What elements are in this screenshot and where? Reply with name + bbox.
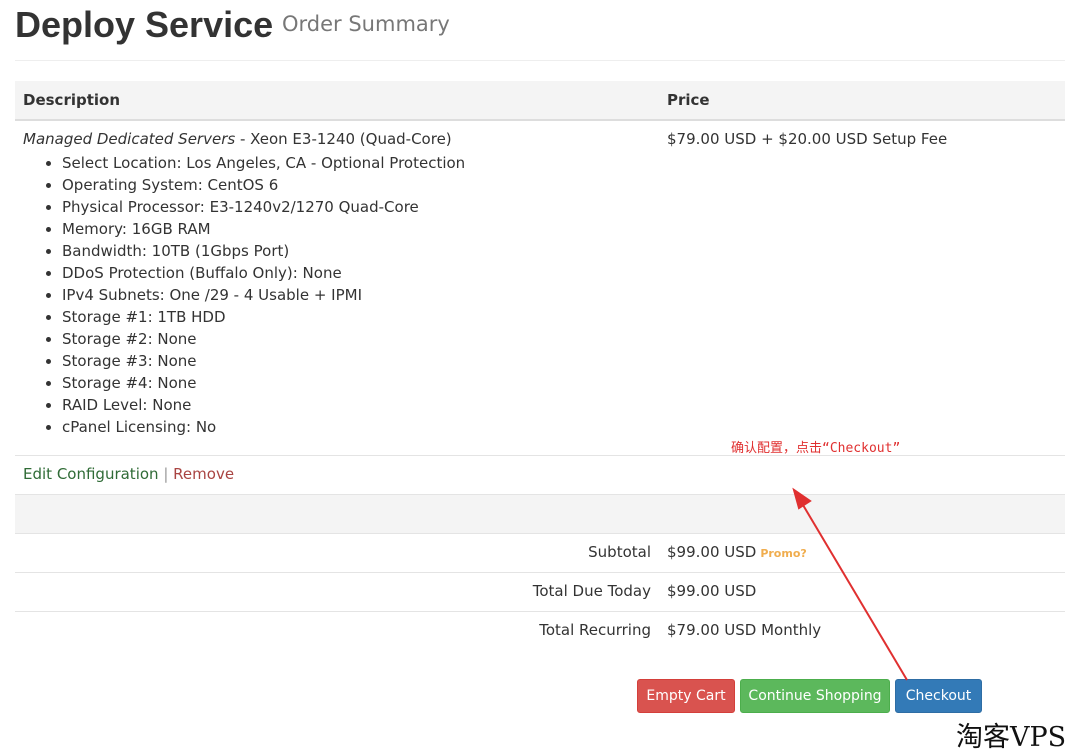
configuration-options-list: Select Location: Los Angeles, CA - Optio… (23, 152, 465, 438)
total-due-today-row: Total Due Today $99.00 USD (15, 573, 1065, 612)
subtotal-value: $99.00 USD Promo? (667, 543, 807, 561)
remove-item-link[interactable]: Remove (173, 465, 234, 483)
option-storage-2: Storage #2: None (62, 328, 465, 350)
page-title: Deploy Service (15, 4, 274, 45)
subtotal-amount: $99.00 USD (667, 543, 757, 561)
option-raid-level: RAID Level: None (62, 394, 465, 416)
item-actions: Edit Configuration | Remove (23, 465, 234, 483)
option-storage-4: Storage #4: None (62, 372, 465, 394)
option-cpanel-licensing: cPanel Licensing: No (62, 416, 465, 438)
option-location: Select Location: Los Angeles, CA - Optio… (62, 152, 465, 174)
promo-link[interactable]: Promo? (760, 547, 806, 560)
option-operating-system: Operating System: CentOS 6 (62, 174, 465, 196)
continue-shopping-button[interactable]: Continue Shopping (740, 679, 890, 713)
option-ddos-protection: DDoS Protection (Buffalo Only): None (62, 262, 465, 284)
subtotal-row: Subtotal $99.00 USD Promo? (15, 534, 1065, 573)
total-recurring-row: Total Recurring $79.00 USD Monthly (15, 612, 1065, 650)
option-ipv4-subnets: IPv4 Subnets: One /29 - 4 Usable + IPMI (62, 284, 465, 306)
option-bandwidth: Bandwidth: 10TB (1Gbps Port) (62, 240, 465, 262)
total-recurring-label: Total Recurring (539, 621, 651, 639)
cart-item-row: Managed Dedicated Servers - Xeon E3-1240… (15, 121, 1065, 456)
actions-separator: | (163, 465, 169, 483)
total-due-today-value: $99.00 USD (667, 582, 757, 600)
table-spacer-row (15, 495, 1065, 534)
product-group: Managed Dedicated Servers (23, 130, 236, 148)
product-title: - Xeon E3-1240 (Quad-Core) (235, 130, 452, 148)
page-subtitle: Order Summary (282, 12, 450, 36)
column-header-price: Price (667, 91, 710, 109)
checkout-button[interactable]: Checkout (895, 679, 982, 713)
edit-configuration-link[interactable]: Edit Configuration (23, 465, 159, 483)
column-header-description: Description (23, 91, 121, 109)
total-due-today-label: Total Due Today (532, 582, 651, 600)
annotation-text: 确认配置，点击“Checkout” (731, 441, 901, 456)
subtotal-label: Subtotal (588, 543, 651, 561)
option-processor: Physical Processor: E3-1240v2/1270 Quad-… (62, 196, 465, 218)
item-price: $79.00 USD + $20.00 USD Setup Fee (667, 130, 948, 148)
table-header: Description Price (15, 81, 1065, 121)
option-memory: Memory: 16GB RAM (62, 218, 465, 240)
total-recurring-value: $79.00 USD Monthly (667, 621, 822, 639)
watermark: 淘客VPS (956, 722, 1067, 753)
product-name: Managed Dedicated Servers - Xeon E3-1240… (23, 130, 452, 148)
empty-cart-button[interactable]: Empty Cart (637, 679, 735, 713)
page-header: Deploy Service Order Summary (15, 0, 1065, 61)
option-storage-1: Storage #1: 1TB HDD (62, 306, 465, 328)
option-storage-3: Storage #3: None (62, 350, 465, 372)
item-actions-row: Edit Configuration | Remove (15, 456, 1065, 495)
